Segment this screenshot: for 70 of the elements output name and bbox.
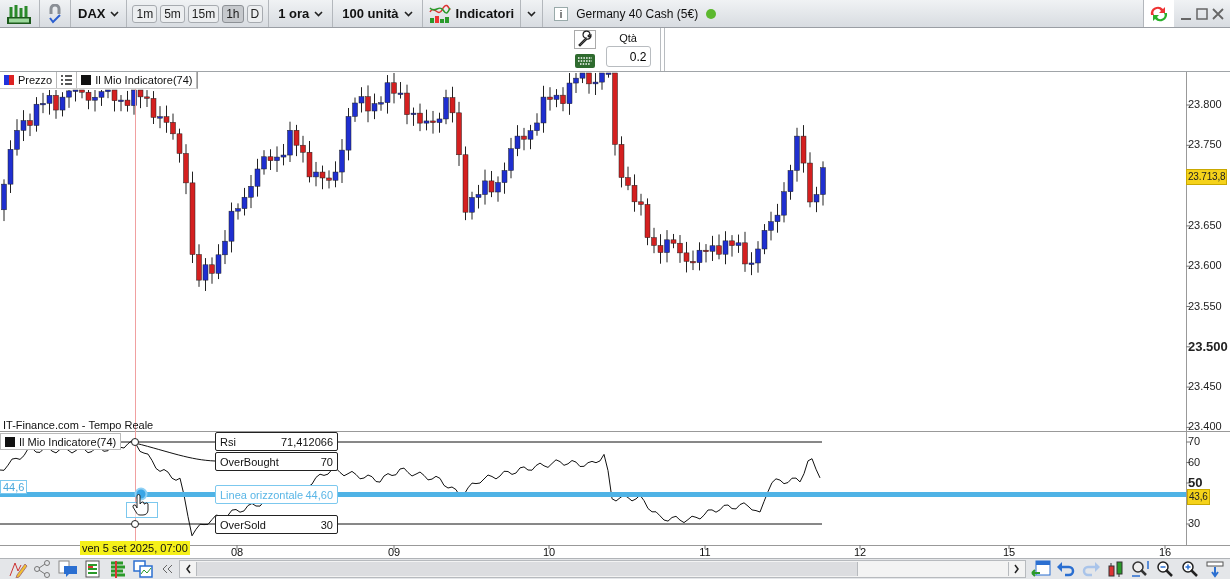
time-axis-label: 09: [387, 546, 401, 558]
timeframe-button[interactable]: 5m: [160, 4, 185, 23]
demo-logo-icon: [6, 2, 32, 25]
scrollbar-thumb[interactable]: [197, 562, 858, 576]
line-label[interactable]: OverSold 30: [215, 515, 338, 534]
windows-icon[interactable]: [133, 560, 153, 578]
download-arrow-icon[interactable]: [1206, 560, 1224, 578]
hand-cursor-icon: [132, 494, 149, 516]
units-dropdown[interactable]: 100 unità: [334, 0, 421, 27]
caret-icon: [403, 10, 413, 17]
calendar-icon[interactable]: [1031, 560, 1051, 578]
axis-label: 23.550: [1188, 299, 1222, 313]
axis-label: 23.800: [1188, 98, 1222, 111]
axis-label: 60: [1188, 455, 1201, 469]
indicator-title: Il Mio Indicatore(74): [0, 433, 122, 450]
current-price-label: 23.713,8: [1186, 169, 1228, 185]
caret-icon: [110, 10, 120, 17]
line-label[interactable]: OverBought 70: [215, 452, 338, 471]
keyboard-icon[interactable]: [575, 53, 595, 69]
candle-settings-icon[interactable]: [1106, 560, 1126, 578]
bars-icon[interactable]: [108, 560, 128, 578]
indicator-chart-icon: [428, 3, 451, 24]
timeframe-button[interactable]: 1h: [222, 4, 244, 23]
caret-icon: [314, 10, 324, 17]
wrench-icon[interactable]: [574, 30, 596, 49]
line-label[interactable]: Rsi 71,412066: [215, 432, 338, 451]
magnet-check-icon[interactable]: [47, 3, 63, 24]
comment-icon[interactable]: [58, 560, 78, 578]
handle-icon[interactable]: [131, 520, 139, 528]
quantity-label: Qtà: [619, 31, 637, 46]
axis-label: 70: [1188, 435, 1201, 448]
time-axis-label: 10: [542, 546, 556, 558]
time-axis-label: 11: [699, 546, 711, 558]
current-value-label: 43,6: [1187, 489, 1210, 505]
timeframe-button[interactable]: D: [246, 4, 264, 23]
period-dropdown[interactable]: 1 ora: [270, 0, 332, 27]
instrument-name: Germany 40 Cash (5€): [576, 6, 699, 21]
axis-label: 23.600: [1188, 259, 1222, 273]
axis-label: 23.500: [1188, 339, 1228, 353]
caret-icon: [527, 10, 537, 17]
legend-item[interactable]: Il Mio Indicatore(74): [77, 72, 198, 88]
axis-label: 50: [1188, 476, 1203, 489]
axis-label: 23.750: [1188, 138, 1222, 152]
quantity-field[interactable]: 0.2: [605, 46, 651, 67]
time-axis-label: 16: [1158, 546, 1172, 558]
axis-label: 23.400: [1188, 420, 1222, 434]
share-icon[interactable]: [33, 560, 53, 578]
indicators-button[interactable]: Indicatori: [423, 0, 520, 27]
time-axis-label: 15: [1002, 546, 1016, 558]
document-icon[interactable]: [83, 560, 103, 578]
legend-item[interactable]: Prezzo: [0, 72, 58, 88]
zoom-fit-icon[interactable]: [1131, 560, 1151, 578]
cursor-date-label: ven 5 set 2025, 07:00: [80, 541, 190, 555]
symbol-dropdown[interactable]: DAX: [72, 0, 126, 27]
axis-label: 23.650: [1188, 218, 1222, 232]
close-icon[interactable]: [1212, 7, 1224, 20]
handle-icon[interactable]: [131, 438, 139, 446]
timeframe-button[interactable]: 15m: [187, 4, 220, 23]
undo-icon[interactable]: [1056, 560, 1076, 578]
pencil-drawing-icon[interactable]: [8, 560, 28, 578]
axis-label: 30: [1188, 517, 1201, 530]
axis-label: 23.450: [1188, 380, 1222, 394]
data-source-text: IT-Finance.com - Tempo Reale: [3, 419, 154, 431]
time-axis-label: 12: [853, 546, 867, 558]
line-value-label: 44,6: [0, 480, 28, 494]
time-axis-label: 08: [230, 546, 244, 558]
maximize-icon[interactable]: [1196, 7, 1208, 20]
list-icon[interactable]: [61, 75, 73, 85]
info-icon[interactable]: [554, 6, 569, 21]
timeframe-button[interactable]: 1m: [132, 4, 158, 23]
